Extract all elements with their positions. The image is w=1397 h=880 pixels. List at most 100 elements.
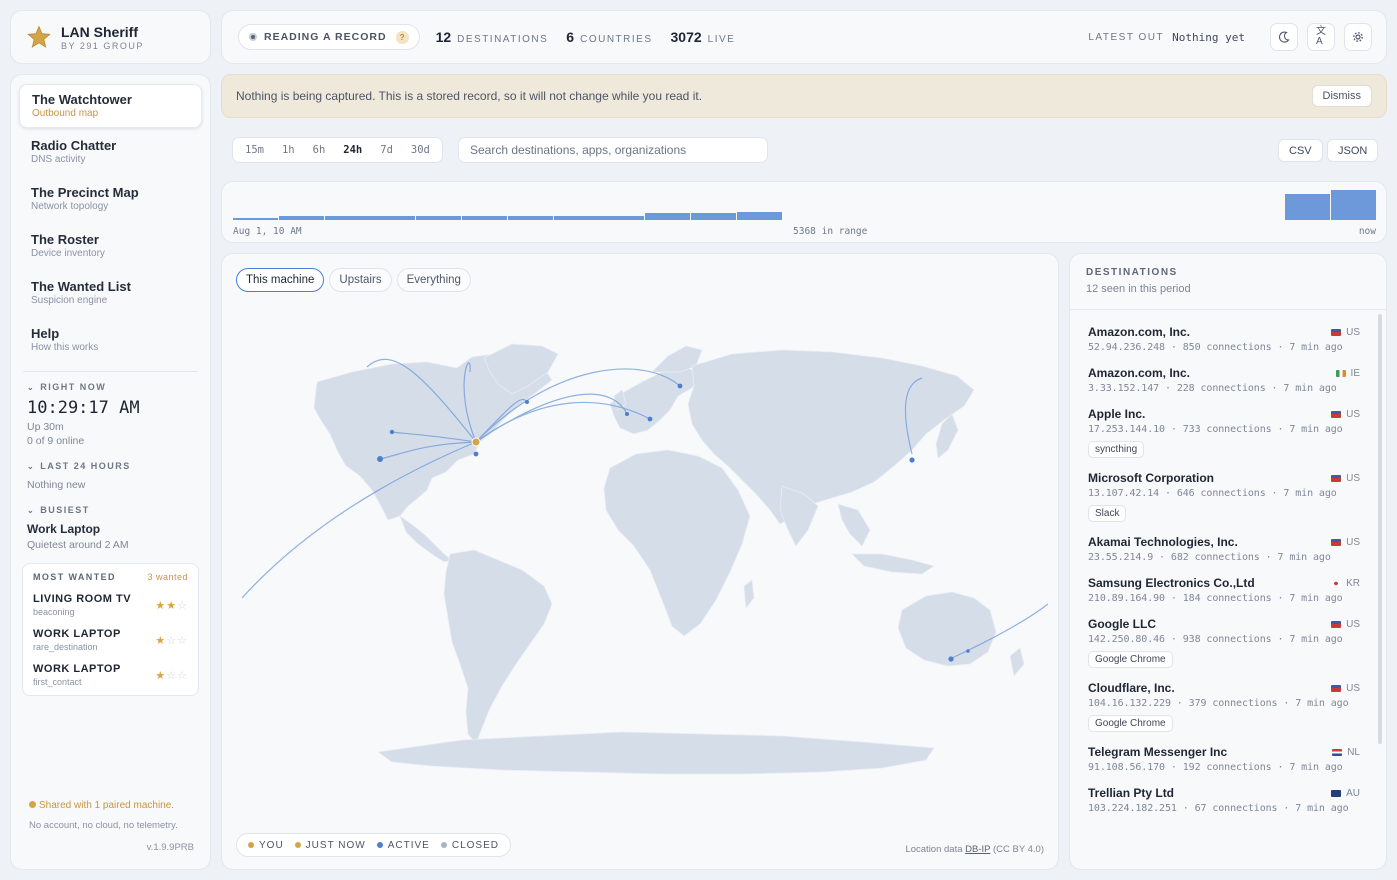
nav-item-wanted-list[interactable]: The Wanted List Suspicion engine xyxy=(19,272,202,316)
nav-subtitle: DNS activity xyxy=(31,154,86,165)
destination-meta: 23.55.214.9 · 682 connections · 7 min ag… xyxy=(1088,552,1331,563)
timeline-bar xyxy=(370,215,416,220)
range-option-7d[interactable]: 7d xyxy=(371,144,402,156)
south-america-land xyxy=(443,549,553,745)
timeline-live-bar xyxy=(1331,190,1376,220)
dest-dot xyxy=(389,429,395,435)
madagascar-land xyxy=(743,579,755,610)
app-chip[interactable]: Google Chrome xyxy=(1088,715,1173,732)
right-now-toggle[interactable]: ⌄ RIGHT NOW xyxy=(19,382,202,392)
destination-item[interactable]: Akamai Technologies, Inc. US 23.55.214.9 ·… xyxy=(1070,522,1380,563)
top-bar: READING A RECORD ? 12 DESTINATIONS 6 COU… xyxy=(221,10,1387,64)
uptime: Up 30m xyxy=(27,421,64,433)
dest-dot xyxy=(948,656,954,662)
dest-dot xyxy=(909,457,915,463)
destinations-stat: 12 DESTINATIONS xyxy=(436,29,549,45)
wanted-device-name: WORK LAPTOP xyxy=(33,663,121,675)
connection-count: 228 connections xyxy=(1176,383,1266,394)
timeline-card[interactable]: Aug 1, 10 AM 5368 in range now xyxy=(221,181,1387,243)
connection-count: 733 connections xyxy=(1182,424,1272,435)
nav-item-precinct-map[interactable]: The Precinct Map Network topology xyxy=(19,178,202,222)
timeline-bar xyxy=(507,215,553,220)
banner-text: Nothing is being captured. This is a sto… xyxy=(236,89,703,103)
dest-dot xyxy=(647,416,653,422)
destination-item[interactable]: Cloudflare, Inc. US 104.16.132.229 · 379 c… xyxy=(1070,668,1380,732)
destination-org: Apple Inc. xyxy=(1088,407,1146,421)
record-dot-icon xyxy=(249,33,257,41)
search-input[interactable] xyxy=(458,137,768,163)
app-chip[interactable]: Google Chrome xyxy=(1088,651,1173,668)
range-option-1h[interactable]: 1h xyxy=(273,144,304,156)
destination-item[interactable]: Telegram Messenger Inc NL 91.108.56.170 · … xyxy=(1070,732,1380,773)
destination-item[interactable]: Trellian Pty Ltd AU 103.224.182.251 · 67 c… xyxy=(1070,773,1380,814)
app-chip[interactable]: Slack xyxy=(1088,505,1127,522)
destination-item[interactable]: Amazon.com, Inc. US 52.94.236.248 · 850 co… xyxy=(1070,312,1380,353)
export-json-button[interactable]: JSON xyxy=(1327,139,1379,162)
stat-label: COUNTRIES xyxy=(580,34,653,45)
app-chip[interactable]: syncthing xyxy=(1088,441,1145,458)
sidebar-divider xyxy=(23,371,198,372)
wanted-row[interactable]: LIVING ROOM TV beaconing ★★☆ xyxy=(33,593,188,617)
destination-item[interactable]: Google LLC US 142.250.80.46 · 938 connecti… xyxy=(1070,604,1380,668)
destination-item[interactable]: Apple Inc. US 17.253.144.10 · 733 connecti… xyxy=(1070,394,1380,458)
timeline-start-label: Aug 1, 10 AM xyxy=(233,226,302,237)
dest-dot xyxy=(377,456,383,462)
most-wanted-title: MOST WANTED xyxy=(33,572,116,582)
nav-title: The Precinct Map xyxy=(31,185,139,200)
brand-card: LAN Sheriff BY 291 GROUP xyxy=(10,10,211,64)
range-option-6h[interactable]: 6h xyxy=(304,144,335,156)
help-icon[interactable]: ? xyxy=(395,30,409,44)
central-america-land xyxy=(399,514,453,563)
settings-button[interactable] xyxy=(1344,23,1372,51)
country-code: US xyxy=(1331,473,1360,484)
destination-org: Microsoft Corporation xyxy=(1088,471,1214,485)
timeline-bar xyxy=(691,213,736,220)
nav-item-watchtower[interactable]: The Watchtower Outbound map xyxy=(19,84,202,128)
destination-ip: 142.250.80.46 xyxy=(1088,634,1165,645)
wanted-reason: first_contact xyxy=(33,677,82,687)
destination-ip: 23.55.214.9 xyxy=(1088,552,1154,563)
nav-title: Radio Chatter xyxy=(31,138,117,153)
last24-toggle[interactable]: ⌄ LAST 24 HOURS xyxy=(19,461,202,471)
sheriff-star-icon xyxy=(27,25,51,48)
legend-dot-icon xyxy=(440,842,447,848)
world-map[interactable] xyxy=(222,254,1060,871)
destination-item[interactable]: Microsoft Corporation US 13.107.42.14 · 64… xyxy=(1070,458,1380,522)
map-attribution: Location data DB-IP (CC BY 4.0) xyxy=(905,844,1044,855)
timeline-bar xyxy=(416,215,462,220)
wanted-reason: rare_destination xyxy=(33,642,98,652)
range-option-24h[interactable]: 24h xyxy=(334,144,371,156)
destination-item[interactable]: Samsung Electronics Co.,Ltd KR 210.89.164.… xyxy=(1070,563,1380,604)
indonesia-land xyxy=(851,553,935,575)
destinations-scrollbar[interactable] xyxy=(1378,314,1382,744)
nav-item-help[interactable]: Help How this works xyxy=(19,319,202,363)
export-csv-button[interactable]: CSV xyxy=(1278,139,1323,162)
destination-ip: 91.108.56.170 xyxy=(1088,762,1165,773)
australia-land xyxy=(897,591,997,667)
wanted-row[interactable]: WORK LAPTOP first_contact ★☆☆ xyxy=(33,663,188,687)
destinations-list: Amazon.com, Inc. US 52.94.236.248 · 850 co… xyxy=(1070,312,1380,814)
most-wanted-card: MOST WANTED 3 wanted LIVING ROOM TV beaco… xyxy=(22,563,199,696)
nav-title: The Wanted List xyxy=(31,279,131,294)
busiest-toggle[interactable]: ⌄ BUSIEST xyxy=(19,505,202,515)
nav-item-radio-chatter[interactable]: Radio Chatter DNS activity xyxy=(19,131,202,175)
last-seen: 7 min ago xyxy=(1277,552,1331,563)
dbip-link[interactable]: DB-IP xyxy=(965,844,990,855)
reading-record-badge[interactable]: READING A RECORD ? xyxy=(238,24,420,50)
dismiss-button[interactable]: Dismiss xyxy=(1311,85,1372,107)
legend-dot-icon xyxy=(294,842,301,848)
language-button[interactable]: 文A xyxy=(1307,23,1335,51)
theme-toggle-button[interactable] xyxy=(1270,23,1298,51)
destination-item[interactable]: Amazon.com, Inc. IE 3.33.152.147 · 228 con… xyxy=(1070,353,1380,394)
destination-meta: 13.107.42.14 · 646 connections · 7 min a… xyxy=(1088,488,1337,499)
last-seen: 7 min ago xyxy=(1295,803,1349,814)
range-option-30d[interactable]: 30d xyxy=(402,144,439,156)
nav-title: Help xyxy=(31,326,60,341)
nav-item-roster[interactable]: The Roster Device inventory xyxy=(19,225,202,269)
connection-count: 379 connections xyxy=(1188,698,1278,709)
last-seen: 7 min ago xyxy=(1283,383,1337,394)
wanted-row[interactable]: WORK LAPTOP rare_destination ★☆☆ xyxy=(33,628,188,652)
destination-ip: 13.107.42.14 xyxy=(1088,488,1160,499)
timeline-bar xyxy=(278,215,324,220)
range-option-15m[interactable]: 15m xyxy=(236,144,273,156)
